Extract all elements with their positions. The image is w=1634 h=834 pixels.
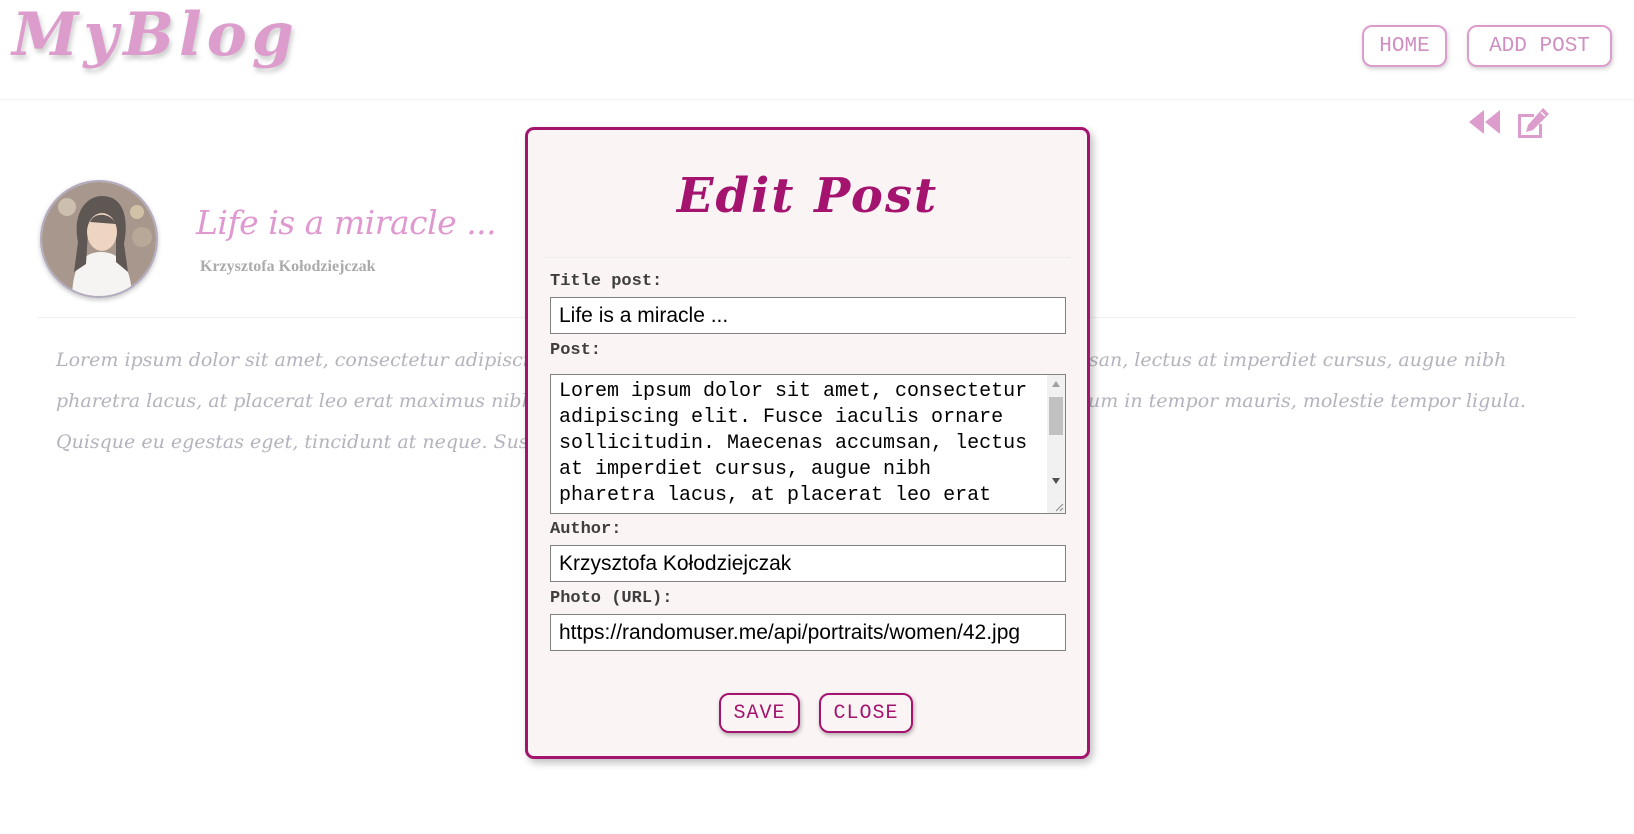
textarea-scrollbar[interactable]: [1047, 375, 1065, 513]
title-input[interactable]: Life is a miracle ...: [550, 297, 1066, 334]
save-button[interactable]: SAVE: [719, 693, 800, 733]
scroll-down-icon[interactable]: [1052, 478, 1060, 484]
edit-post-modal: Edit Post Title post: Life is a miracle …: [525, 127, 1090, 759]
post-label: Post:: [550, 341, 602, 360]
close-button[interactable]: CLOSE: [819, 693, 913, 733]
resize-handle-icon[interactable]: [1054, 502, 1064, 512]
author-label: Author:: [550, 520, 622, 539]
photo-url-input[interactable]: https://randomuser.me/api/portraits/wome…: [550, 614, 1066, 651]
title-label: Title post:: [550, 272, 663, 291]
modal-title: Edit Post: [676, 168, 939, 224]
scroll-thumb[interactable]: [1049, 397, 1063, 435]
post-textarea[interactable]: Lorem ipsum dolor sit amet, consectetur …: [550, 374, 1066, 514]
scroll-up-icon[interactable]: [1052, 381, 1060, 387]
post-textarea-text: Lorem ipsum dolor sit amet, consectetur …: [559, 380, 1040, 507]
author-input[interactable]: Krzysztofa Kołodziejczak: [550, 545, 1066, 582]
photo-label: Photo (URL):: [550, 589, 673, 608]
modal-divider: [544, 257, 1071, 258]
